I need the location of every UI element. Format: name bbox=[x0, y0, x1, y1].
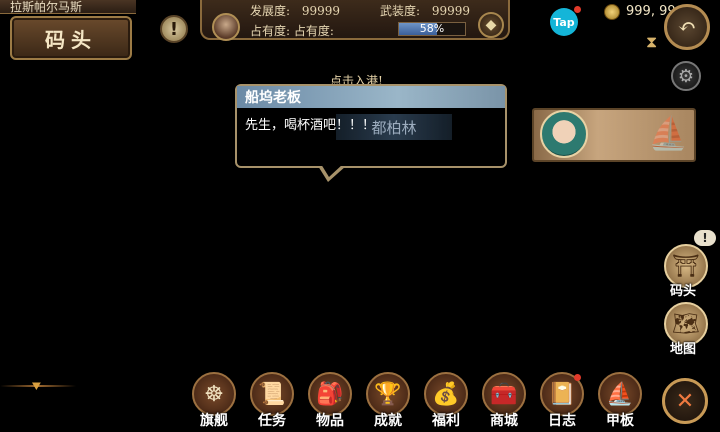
close-icon: ✕ bbox=[675, 388, 695, 414]
development-stat: 发展度: 99999 bbox=[250, 2, 340, 19]
map-label: 地图 bbox=[670, 342, 697, 357]
ship-sketch-icon: ⛵ bbox=[648, 114, 688, 152]
bubble-tail-inner bbox=[321, 164, 343, 177]
alert-button[interactable]: ! bbox=[160, 15, 188, 43]
menu-item-label: 商城 bbox=[490, 413, 518, 429]
hourglass-icon[interactable]: ⧗ bbox=[646, 32, 657, 52]
menu-item-5[interactable]: 🧰 商城 bbox=[478, 372, 530, 432]
menu-item-label: 物品 bbox=[316, 413, 344, 429]
menu-item-label: 日志 bbox=[548, 413, 576, 429]
location-plate[interactable]: 码头 bbox=[10, 16, 132, 60]
exclamation-icon: ! bbox=[169, 18, 179, 40]
menu-item-label: 旗舰 bbox=[200, 413, 228, 429]
back-button[interactable]: ↶ bbox=[664, 4, 710, 50]
dock-label: 码头 bbox=[670, 284, 697, 299]
armament-stat: 武装度: 99999 bbox=[380, 2, 470, 19]
menu-item-4[interactable]: 💰 福利 bbox=[420, 372, 472, 432]
tap-button[interactable]: Tap bbox=[550, 8, 578, 36]
occupation-bar: 58% bbox=[398, 22, 466, 36]
coin-icon bbox=[604, 4, 620, 20]
menu-item-7[interactable]: ⛵ 甲板 bbox=[594, 372, 646, 432]
journal-notification-dot bbox=[574, 374, 581, 381]
tap-logo: Tap bbox=[553, 15, 575, 29]
menu-item-0[interactable]: ☸ 旗舰 bbox=[188, 372, 240, 432]
armament-value: 99999 bbox=[431, 4, 471, 18]
region-name: 拉斯帕尔马斯 bbox=[0, 0, 136, 14]
menu-item-label: 甲板 bbox=[606, 413, 634, 429]
menu-item-6[interactable]: 📔 日志 bbox=[536, 372, 588, 432]
close-menu-button[interactable]: ✕ bbox=[662, 378, 708, 424]
menu-item-1[interactable]: 📜 任务 bbox=[246, 372, 298, 432]
dock-alert-icon: ! bbox=[694, 230, 716, 246]
dialog-text: 先生，喝杯酒吧！！！ bbox=[245, 118, 376, 133]
occupation-label: 占有度: 占有度: bbox=[250, 24, 334, 38]
back-arrow-icon: ↶ bbox=[677, 14, 697, 40]
tap-notification-dot bbox=[574, 6, 581, 13]
menu-item-label: 成就 bbox=[374, 413, 402, 429]
menu-item-label: 福利 bbox=[432, 413, 460, 429]
menu-item-2[interactable]: 🎒 物品 bbox=[304, 372, 356, 432]
armament-label: 武装度: bbox=[380, 4, 421, 18]
diamond-icon: ◆ bbox=[485, 17, 497, 33]
governor-portrait[interactable] bbox=[212, 13, 240, 41]
dock-icon: ⛩ bbox=[672, 253, 700, 279]
npc-portrait[interactable] bbox=[540, 110, 588, 158]
settings-button[interactable]: ⚙ bbox=[671, 61, 701, 91]
speaker-name: 船坞老板 bbox=[245, 90, 301, 106]
map-icon: 🗺 bbox=[672, 311, 700, 337]
gear-icon: ⚙ bbox=[677, 65, 695, 87]
menu-item-3[interactable]: 🏆 成就 bbox=[362, 372, 414, 432]
occupation-percent: 58% bbox=[419, 22, 445, 35]
chevron-down-icon[interactable]: ⯆ bbox=[30, 377, 43, 397]
development-label: 发展度: bbox=[250, 4, 291, 18]
menu-item-label: 任务 bbox=[258, 413, 286, 429]
development-value: 99999 bbox=[301, 4, 341, 18]
rank-button[interactable]: ◆ bbox=[478, 12, 504, 38]
